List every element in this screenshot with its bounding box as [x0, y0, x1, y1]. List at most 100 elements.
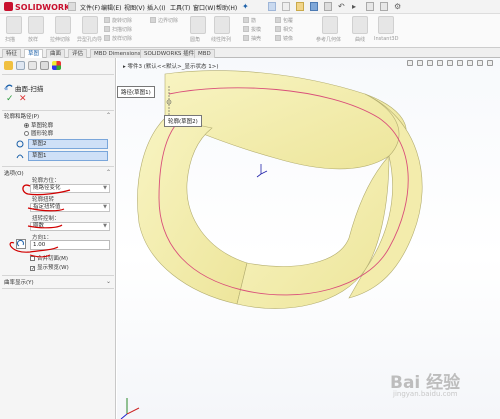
path-selection-box[interactable]: 草图1: [28, 151, 108, 161]
draft-icon[interactable]: [243, 26, 249, 32]
triad-z-axis: [120, 413, 128, 419]
divider: [2, 110, 114, 111]
profile-selection-box[interactable]: 草图2: [28, 139, 108, 149]
ok-button[interactable]: ✓: [6, 94, 14, 104]
configuration-tab-icon[interactable]: [28, 61, 37, 70]
home-icon[interactable]: [268, 2, 276, 11]
sweep-boss-icon[interactable]: [6, 16, 22, 34]
ribbon-label-sweep: 扫描: [5, 37, 16, 43]
tab-solidworks-addins[interactable]: SOLIDWORKS 插件: [140, 49, 199, 58]
print-icon[interactable]: [324, 2, 332, 11]
ribbon-label-rib: 筋: [251, 18, 257, 24]
path-icon: [16, 154, 24, 159]
feature-tree-tab-icon[interactable]: [4, 61, 13, 70]
command-manager-tabs: 特征 草图 曲面 评估 MBD Dimensions SOLIDWORKS 插件…: [0, 48, 500, 58]
path-callout[interactable]: 路径(草图1): [117, 86, 155, 98]
red-annotation-marks: [9, 184, 71, 258]
menu-edit[interactable]: 编辑(E): [101, 3, 121, 12]
menu-file[interactable]: 文件(F): [80, 3, 100, 12]
ribbon-label-instant3d: Instant3D: [374, 36, 399, 42]
ribbon-label-shell: 抽壳: [251, 36, 262, 42]
collapse-chevron-icon[interactable]: ⌃: [106, 112, 111, 119]
ribbon-label-intersect: 相交: [283, 27, 294, 33]
tab-mbd-dimensions[interactable]: MBD Dimensions: [90, 49, 145, 58]
menu-view[interactable]: 视图(V): [124, 3, 145, 12]
ribbon-label-swept-cut: 扫描切除: [112, 27, 133, 33]
curvature-display-section-header[interactable]: 曲率显示(Y): [4, 278, 34, 286]
expand-menu-icon[interactable]: [68, 2, 76, 11]
file-properties-icon[interactable]: [380, 2, 388, 11]
mirror-icon[interactable]: [275, 35, 281, 41]
ribbon-label-reference-geometry: 参考几何体: [316, 37, 342, 43]
dimxpert-tab-icon[interactable]: [40, 61, 49, 70]
fillet-icon[interactable]: [190, 16, 206, 34]
menu-insert[interactable]: 插入(I): [147, 3, 165, 12]
select-icon[interactable]: ▸: [352, 2, 360, 11]
ribbon-label-boundary-cut: 边界切除: [158, 18, 179, 24]
menu-help[interactable]: 帮助(H): [216, 3, 237, 12]
ribbon-label-loft: 放样: [28, 37, 39, 43]
lofted-cut-icon[interactable]: [104, 35, 110, 41]
tab-evaluate[interactable]: 评估: [68, 49, 88, 58]
open-folder-icon[interactable]: [296, 2, 304, 11]
tab-surfaces[interactable]: 曲面: [46, 49, 66, 58]
options-gear-icon[interactable]: ⚙: [394, 2, 402, 11]
expand-chevron-icon[interactable]: ⌄: [106, 278, 111, 285]
ribbon-label-lofted-cut: 放样切除: [112, 36, 133, 42]
divider: [2, 275, 114, 276]
intersect-icon[interactable]: [275, 26, 281, 32]
triad-x-axis: [126, 407, 140, 415]
ribbon-label-extruded-cut: 拉伸切除: [50, 37, 71, 43]
origin-z-axis: [256, 173, 262, 178]
ribbon-label-hole-wizard: 异型孔向导: [77, 37, 103, 43]
revolved-cut-icon[interactable]: [104, 17, 110, 23]
profile-icon: [16, 140, 24, 148]
profile-callout[interactable]: 轮廓(草图2): [164, 115, 202, 127]
origin-x-axis: [260, 170, 268, 175]
shell-icon[interactable]: [243, 35, 249, 41]
extruded-cut-icon[interactable]: [55, 16, 71, 34]
menu-tools[interactable]: 工具(T): [170, 3, 190, 12]
ribbon-label-fillet: 圆角: [190, 37, 201, 43]
ribbon-label-mirror: 镜像: [283, 36, 294, 42]
feature-title: 曲面-扫描: [15, 85, 44, 93]
circular-profile-radio[interactable]: 圆形轮廓: [24, 129, 53, 137]
ribbon-label-wrap: 包覆: [283, 18, 294, 24]
command-ribbon: 扫描 放样 拉伸切除 异型孔向导 旋转切除 扫描切除 放样切除 边界切除 圆角 …: [0, 14, 500, 48]
curves-icon[interactable]: [352, 16, 368, 34]
baidu-watermark-url: jingyan.baidu.com: [393, 390, 458, 398]
ribbon-label-linear-pattern: 线性阵列: [211, 37, 232, 43]
tab-features[interactable]: 特征: [2, 49, 22, 58]
undo-icon[interactable]: ↶: [338, 2, 346, 11]
profile-path-section-header[interactable]: 轮廓和路径(P): [4, 112, 39, 120]
ribbon-label-curves: 曲线: [355, 37, 366, 43]
display-manager-tab-icon[interactable]: [52, 61, 61, 70]
reference-geometry-icon[interactable]: [322, 16, 338, 34]
pin-icon[interactable]: ✦: [242, 2, 250, 11]
cancel-button[interactable]: ✕: [19, 94, 27, 104]
boundary-cut-icon[interactable]: [150, 17, 156, 23]
graphics-area[interactable]: ▸ 零件3 (默认<<默认>_显示状态 1>) 路径(草图1) 轮廓(草图2): [117, 58, 500, 419]
property-manager: 曲面-扫描 ✓ ✕ 轮廓和路径(P) ⌃ 草图轮廓 圆形轮廓 草图2 草图1 选…: [0, 58, 116, 419]
ribbon-label-revolved-cut: 旋转切除: [112, 18, 133, 24]
tab-sketch[interactable]: 草图: [24, 49, 44, 58]
solidworks-logo: SOLIDWORKS: [4, 2, 76, 12]
surface-sweep-icon: [4, 84, 13, 91]
rib-icon[interactable]: [243, 17, 249, 23]
tab-mbd[interactable]: MBD: [194, 49, 215, 58]
mobius-surface-preview: [120, 70, 423, 419]
instant3d-icon[interactable]: [378, 16, 394, 34]
ribbon-label-draft: 拔模: [251, 27, 262, 33]
hole-wizard-icon[interactable]: [82, 16, 98, 34]
sketch-profile-radio[interactable]: 草图轮廓: [24, 121, 53, 129]
divider: [2, 288, 114, 289]
new-document-icon[interactable]: [282, 2, 290, 11]
wrap-icon[interactable]: [275, 17, 281, 23]
linear-pattern-icon[interactable]: [214, 16, 230, 34]
rebuild-icon[interactable]: [366, 2, 374, 11]
save-icon[interactable]: [310, 2, 318, 11]
swept-cut-icon[interactable]: [104, 26, 110, 32]
property-manager-tab-icon[interactable]: [16, 61, 25, 70]
loft-boss-icon[interactable]: [28, 16, 44, 34]
menu-window[interactable]: 窗口(W): [193, 3, 216, 12]
